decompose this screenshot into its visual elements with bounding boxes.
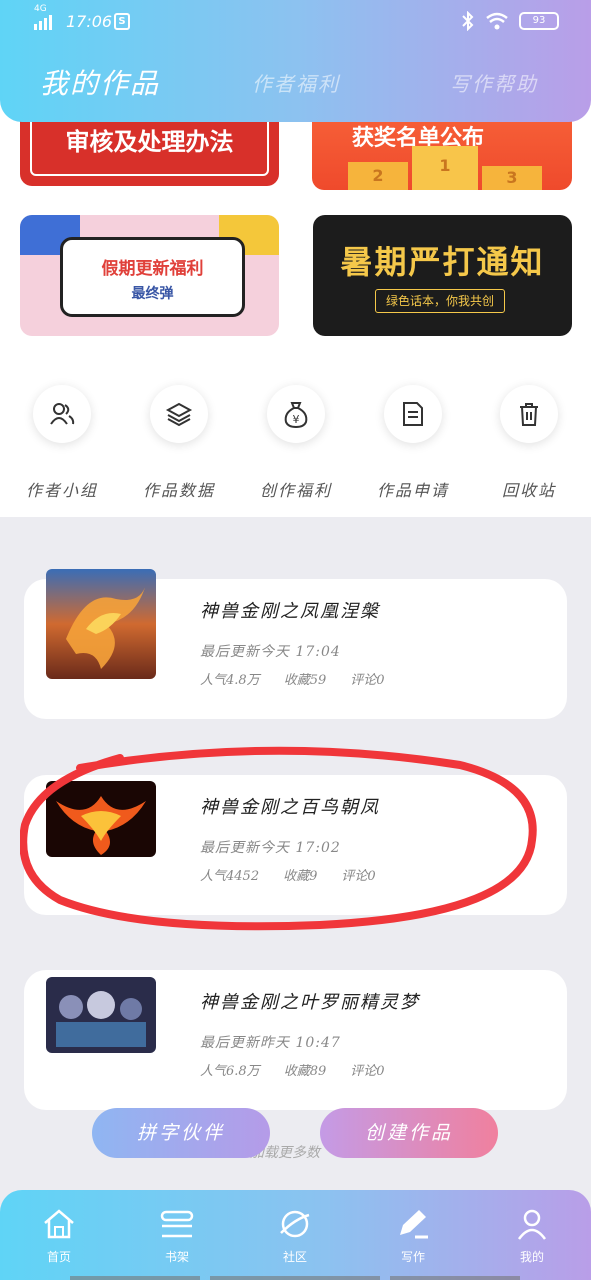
banner-subtext: 最终弹 <box>131 286 174 302</box>
work-cover[interactable] <box>46 569 156 679</box>
work-updated: 最后更新今天 17:02 <box>200 840 341 856</box>
work-comments: 评论0 <box>350 673 385 688</box>
create-work-button[interactable]: 创建作品 <box>320 1108 498 1158</box>
work-comments: 评论0 <box>341 869 376 884</box>
word-partner-button[interactable]: 拼字伙伴 <box>92 1108 270 1158</box>
action-work-application[interactable]: 作品申请 <box>363 385 463 501</box>
app-notification-icon: S <box>114 13 130 30</box>
action-author-group[interactable]: 作者小组 <box>12 385 112 501</box>
work-updated: 最后更新今天 17:04 <box>200 644 341 660</box>
action-label: 回收站 <box>501 481 556 500</box>
action-label: 作品申请 <box>376 481 449 500</box>
bookshelf-icon <box>160 1210 194 1238</box>
work-popularity: 人气4452 <box>200 869 260 884</box>
nav-community[interactable]: 社区 <box>255 1206 335 1265</box>
work-title: 神兽金刚之凤凰涅槃 <box>200 601 380 622</box>
banner-subtext: 绿色话本，你我共创 <box>375 289 506 313</box>
work-cover[interactable] <box>46 977 156 1053</box>
work-cover[interactable] <box>46 781 156 857</box>
status-bar: 4G 17:06 S 93 <box>0 4 591 38</box>
nav-home[interactable]: 首页 <box>19 1206 99 1265</box>
planet-icon <box>280 1210 310 1238</box>
work-favorites: 收藏9 <box>283 869 318 884</box>
users-icon <box>50 403 75 425</box>
top-tabs: 我的作品 作者福利 写作帮助 <box>0 60 591 110</box>
nav-label: 首页 <box>46 1250 71 1264</box>
work-comments: 评论0 <box>350 1064 385 1079</box>
work-favorites: 收藏59 <box>283 673 327 688</box>
bottom-nav: 首页 书架 社区 写作 我的 <box>0 1190 591 1280</box>
quick-actions: 作者小组 作品数据 ¥ 创作福利 作品申请 回收站 <box>0 355 591 517</box>
work-title: 神兽金刚之叶罗丽精灵梦 <box>200 992 420 1013</box>
banner-summer-notice[interactable]: 暑期严打通知 绿色话本，你我共创 <box>313 215 572 336</box>
bluetooth-icon <box>462 11 474 31</box>
clock: 17:06 <box>66 12 113 31</box>
gesture-bar-segment <box>70 1276 200 1280</box>
work-popularity: 人气4.8万 <box>200 673 260 688</box>
tab-my-works[interactable]: 我的作品 <box>40 62 160 102</box>
banner-holiday-benefits[interactable]: 假期更新福利 最终弹 <box>20 215 279 336</box>
work-stats: 人气4.8万 收藏59 评论0 <box>200 669 385 688</box>
action-label: 创作福利 <box>259 481 332 500</box>
banner-text: 假期更新福利 <box>101 259 204 279</box>
money-bag-icon: ¥ <box>284 402 308 429</box>
app-header: 4G 17:06 S 93 我的作品 作者福利 写作帮助 <box>0 0 591 122</box>
action-creation-benefits[interactable]: ¥ 创作福利 <box>246 385 346 501</box>
nav-label: 我的 <box>519 1250 544 1264</box>
home-icon <box>44 1209 74 1239</box>
banner-text: 审核及处理办法 <box>65 128 234 156</box>
tab-writing-help[interactable]: 写作帮助 <box>450 68 538 97</box>
layers-icon <box>165 402 193 427</box>
action-label: 作者小组 <box>25 481 98 500</box>
signal-icon <box>34 15 52 30</box>
podium-second: 2 <box>348 162 408 190</box>
work-stats: 人气4452 收藏9 评论0 <box>200 865 376 884</box>
gesture-bar-segment <box>390 1276 520 1280</box>
work-favorites: 收藏89 <box>283 1064 327 1079</box>
work-title: 神兽金刚之百鸟朝凤 <box>200 797 380 818</box>
nav-bookshelf[interactable]: 书架 <box>137 1206 217 1265</box>
fire-phoenix-cover-image <box>46 781 156 857</box>
profile-icon <box>517 1209 547 1240</box>
banner-text: 暑期严打通知 <box>340 243 545 281</box>
action-work-data[interactable]: 作品数据 <box>129 385 229 501</box>
work-stats: 人气6.8万 收藏89 评论0 <box>200 1060 385 1079</box>
nav-write[interactable]: 写作 <box>373 1206 453 1265</box>
nav-label: 社区 <box>282 1250 307 1264</box>
action-recycle-bin[interactable]: 回收站 <box>479 385 579 501</box>
nav-label: 写作 <box>400 1250 425 1264</box>
wifi-icon <box>486 12 508 30</box>
work-popularity: 人气6.8万 <box>200 1064 260 1079</box>
pen-icon <box>400 1210 428 1239</box>
fantasy-characters-cover-image <box>46 977 156 1053</box>
phone-card: 假期更新福利 最终弹 <box>60 237 245 317</box>
battery-icon: 93 <box>519 12 559 30</box>
tab-author-benefits[interactable]: 作者福利 <box>252 68 340 97</box>
nav-label: 书架 <box>164 1250 189 1264</box>
document-icon <box>403 402 423 426</box>
podium-third: 3 <box>482 166 542 190</box>
network-label: 4G <box>34 4 47 14</box>
gesture-bar-segment <box>210 1276 380 1280</box>
work-updated: 最后更新昨天 10:47 <box>200 1035 341 1051</box>
phoenix-cover-image <box>46 569 156 679</box>
trash-icon <box>520 403 538 426</box>
svg-text:¥: ¥ <box>293 413 300 426</box>
nav-profile[interactable]: 我的 <box>492 1206 572 1265</box>
action-label: 作品数据 <box>142 481 215 500</box>
podium-first: 1 <box>412 146 478 190</box>
